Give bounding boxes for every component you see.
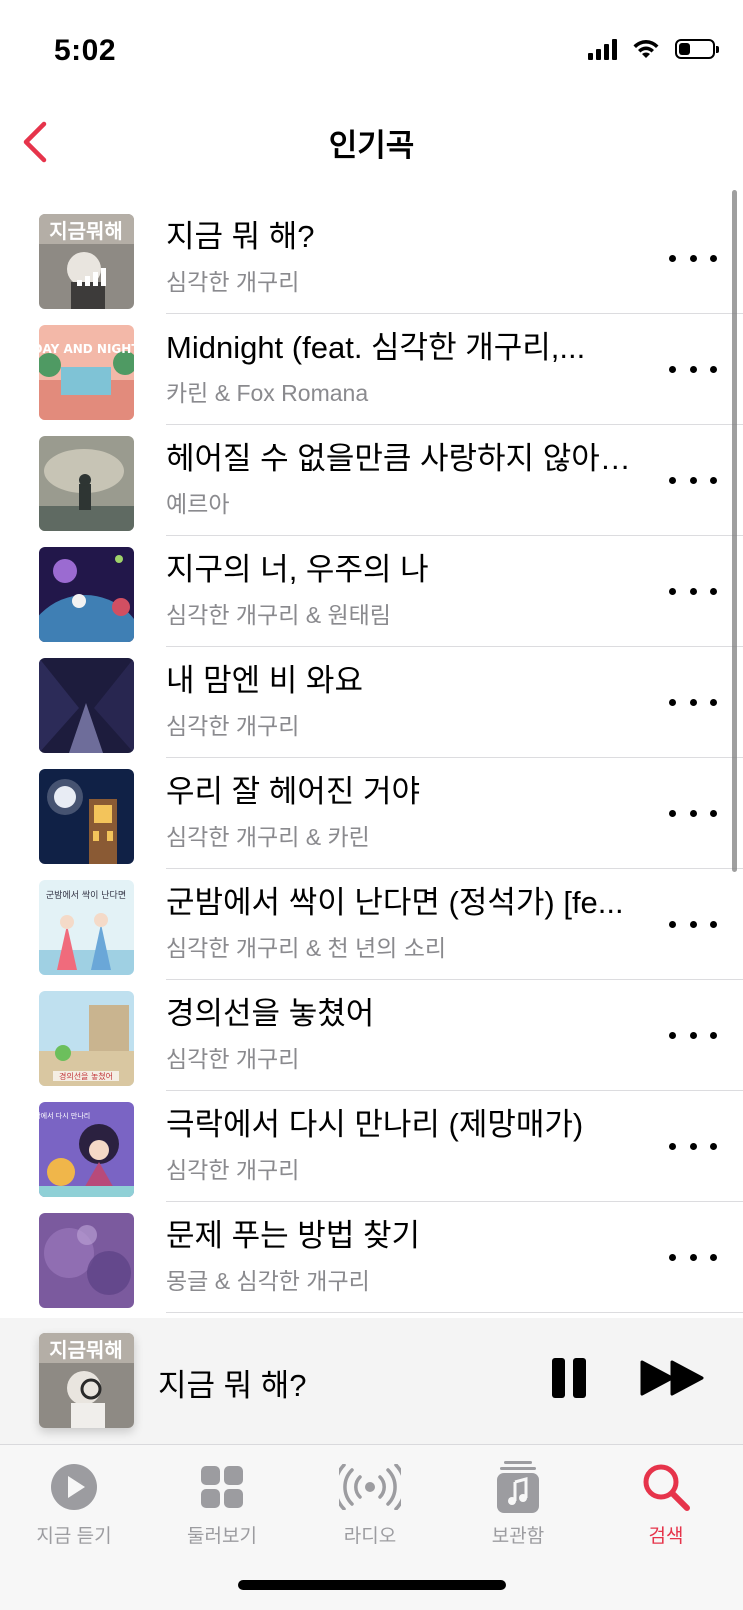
row-divider: [166, 1312, 743, 1313]
song-artist: 심각한 개구리: [166, 269, 300, 295]
grid-icon: [201, 1466, 243, 1508]
now-playing-title: 지금 뭐 해?: [158, 1368, 307, 1403]
song-row[interactable]: 지금뭐해 지금 뭐 해? 심각한 개구리: [0, 203, 743, 314]
home-indicator[interactable]: [238, 1580, 506, 1590]
svg-text:군밤에서 싹이 난다면: 군밤에서 싹이 난다면: [46, 890, 126, 901]
svg-text:극락에서 다시 만나리: 극락에서 다시 만나리: [39, 1111, 90, 1120]
svg-text:경의선을 놓쳤어: 경의선을 놓쳤어: [59, 1071, 113, 1081]
song-artist: 심각한 개구리: [166, 1157, 300, 1183]
tab-library[interactable]: 보관함: [444, 1459, 592, 1548]
song-artist: 심각한 개구리 & 천 년의 소리: [166, 935, 447, 961]
more-options-button[interactable]: [669, 351, 717, 387]
album-art: 극락에서 다시 만나리: [39, 1102, 134, 1197]
more-options-button[interactable]: [669, 462, 717, 498]
tab-label: 라디오: [343, 1526, 397, 1547]
fast-forward-icon: [640, 1360, 704, 1396]
song-title: 경의선을 놓쳤어: [166, 996, 375, 1031]
song-artist: 심각한 개구리: [166, 1046, 300, 1072]
song-title: 우리 잘 헤어진 거야: [166, 774, 420, 809]
song-artist: 심각한 개구리: [166, 713, 300, 739]
album-art: [39, 1213, 134, 1308]
song-row[interactable]: 내 맘엔 비 와요 심각한 개구리: [0, 647, 743, 758]
more-options-button[interactable]: [669, 240, 717, 276]
search-icon: [643, 1464, 690, 1511]
song-row[interactable]: 극락에서 다시 만나리 극락에서 다시 만나리 (제망매가) 심각한 개구리: [0, 1091, 743, 1202]
song-title: 문제 푸는 방법 찾기: [166, 1218, 420, 1253]
library-icon: [497, 1461, 539, 1513]
song-row[interactable]: 문제 푸는 방법 찾기 몽글 & 심각한 개구리: [0, 1202, 743, 1313]
song-row[interactable]: 경의선을 놓쳤어 경의선을 놓쳤어 심각한 개구리: [0, 980, 743, 1091]
more-options-button[interactable]: [669, 684, 717, 720]
song-list[interactable]: 지금뭐해 지금 뭐 해? 심각한 개구리 DAY AND NIGHT: [0, 203, 743, 1313]
song-title: 내 맘엔 비 와요: [166, 663, 363, 698]
mini-player[interactable]: 지금뭐해 지금 뭐 해?: [0, 1318, 743, 1444]
tab-browse[interactable]: 둘러보기: [148, 1459, 296, 1548]
song-title: 지금 뭐 해?: [166, 219, 315, 254]
album-art: [39, 547, 134, 642]
tab-search[interactable]: 검색: [592, 1459, 740, 1548]
song-title: 헤어질 수 없을만큼 사랑하지 않아…: [166, 441, 631, 476]
song-row[interactable]: 헤어질 수 없을만큼 사랑하지 않아… 예르아: [0, 425, 743, 536]
page-title: 인기곡: [328, 128, 415, 163]
tab-label: 검색: [648, 1526, 684, 1547]
album-art: [39, 436, 134, 531]
song-artist: 심각한 개구리 & 카린: [166, 824, 370, 850]
song-row[interactable]: 우리 잘 헤어진 거야 심각한 개구리 & 카린: [0, 758, 743, 869]
status-bar: 5:02: [0, 0, 743, 100]
svg-text:DAY AND NIGHT: DAY AND NIGHT: [39, 342, 134, 356]
song-row[interactable]: 지구의 너, 우주의 나 심각한 개구리 & 원태림: [0, 536, 743, 647]
tab-listen-now[interactable]: 지금 듣기: [0, 1459, 148, 1548]
more-options-button[interactable]: [669, 1128, 717, 1164]
song-row[interactable]: DAY AND NIGHT Midnight (feat. 심각한 개구리,..…: [0, 314, 743, 425]
tab-label: 보관함: [491, 1526, 545, 1547]
more-options-button[interactable]: [669, 1017, 717, 1053]
song-title: 군밤에서 싹이 난다면 (정석가) [fe...: [166, 885, 624, 920]
svg-text:지금뭐해: 지금뭐해: [49, 1338, 123, 1362]
play-circle-icon: [51, 1464, 97, 1510]
status-time: 5:02: [54, 34, 117, 67]
album-art: 지금뭐해: [39, 214, 134, 309]
song-artist: 몽글 & 심각한 개구리: [166, 1268, 370, 1294]
song-title: 극락에서 다시 만나리 (제망매가): [166, 1107, 584, 1142]
song-artist: 카린 & Fox Romana: [166, 380, 369, 406]
battery-icon: [675, 39, 719, 59]
cellular-signal-icon: [588, 38, 617, 60]
tab-radio[interactable]: 라디오: [296, 1459, 444, 1548]
wifi-icon: [633, 40, 659, 58]
album-art: 경의선을 놓쳤어: [39, 991, 134, 1086]
more-options-button[interactable]: [669, 1239, 717, 1275]
album-art: [39, 769, 134, 864]
more-options-button[interactable]: [669, 795, 717, 831]
album-art: [39, 658, 134, 753]
tab-label: 둘러보기: [187, 1526, 257, 1547]
svg-text:지금뭐해: 지금뭐해: [49, 219, 123, 243]
radio-icon: [339, 1464, 401, 1510]
song-artist: 심각한 개구리 & 원태림: [166, 602, 391, 628]
tab-label: 지금 듣기: [36, 1526, 112, 1547]
status-icons: [588, 38, 719, 60]
song-row[interactable]: 군밤에서 싹이 난다면 군밤에서 싹이 난다면 (정석가) [fe... 심각한…: [0, 869, 743, 980]
song-artist: 예르아: [166, 491, 230, 517]
more-options-button[interactable]: [669, 906, 717, 942]
album-art: DAY AND NIGHT: [39, 325, 134, 420]
more-options-button[interactable]: [669, 573, 717, 609]
now-playing-artwork: 지금뭐해: [39, 1333, 134, 1428]
skip-forward-button[interactable]: [640, 1360, 704, 1396]
pause-button[interactable]: [552, 1358, 592, 1400]
scrollbar[interactable]: [732, 190, 737, 872]
song-title: 지구의 너, 우주의 나: [166, 552, 429, 587]
nav-bar: 인기곡: [0, 100, 743, 184]
song-title: Midnight (feat. 심각한 개구리,...: [166, 330, 586, 365]
album-art: 군밤에서 싹이 난다면: [39, 880, 134, 975]
